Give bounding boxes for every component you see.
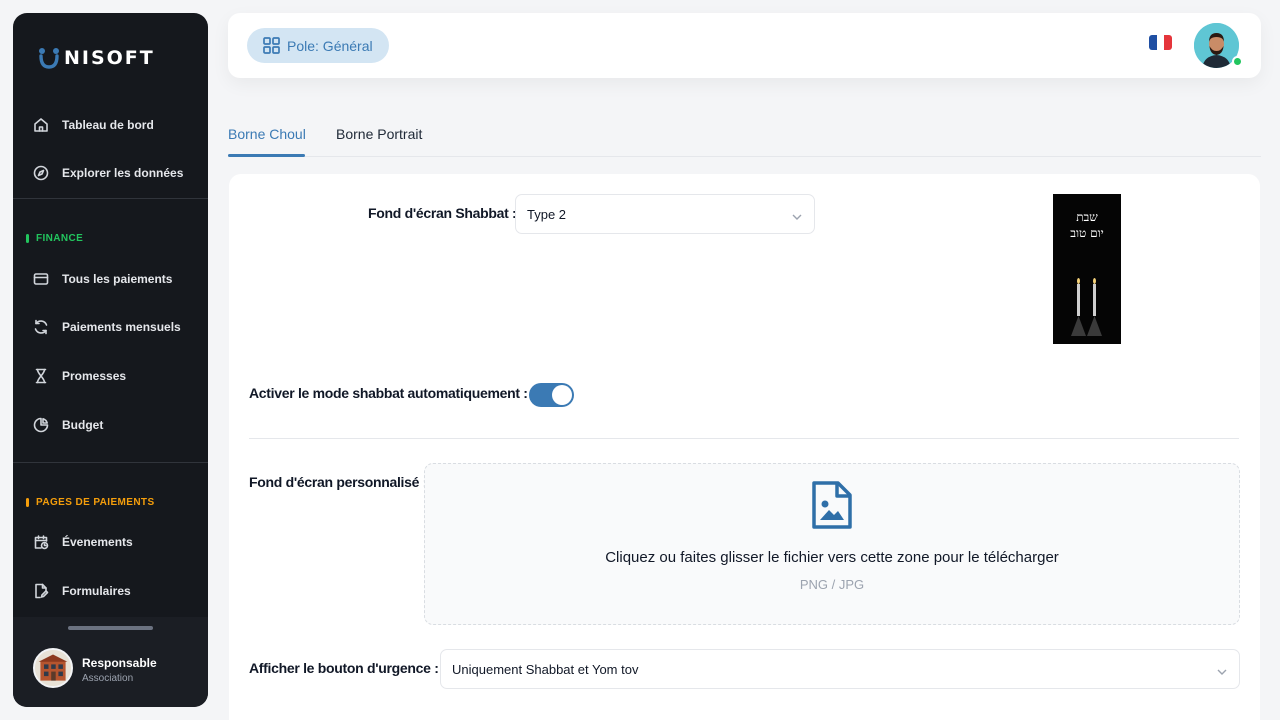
sidebar-item-explore[interactable]: Explorer les données — [33, 158, 193, 188]
pole-selector-button[interactable]: Pole: Général — [247, 28, 389, 63]
sidebar-item-all-payments[interactable]: Tous les paiements — [33, 264, 193, 294]
logo-mark-icon — [39, 48, 59, 69]
home-icon — [33, 117, 49, 133]
select-value: Type 2 — [527, 206, 567, 222]
settings-card: Fond d'écran Shabbat : Type 2 שבת יום טו… — [229, 174, 1260, 720]
file-edit-icon — [33, 583, 49, 599]
sidebar-item-monthly-payments[interactable]: Paiements mensuels — [33, 312, 193, 342]
tab-bar: Borne Choul Borne Portrait — [228, 118, 1261, 157]
calendar-clock-icon — [33, 534, 49, 550]
chevron-down-icon — [1217, 664, 1227, 675]
section-divider — [249, 438, 1239, 439]
image-file-icon — [812, 481, 852, 529]
top-bar: Pole: Général — [228, 13, 1261, 78]
custom-wallpaper-label: Fond d'écran personnalisé : — [249, 474, 428, 490]
sidebar-divider — [13, 198, 208, 199]
pole-label: Pole: Général — [287, 37, 373, 54]
sidebar-item-label: Explorer les données — [62, 166, 184, 180]
urgency-button-label: Afficher le bouton d'urgence : — [249, 660, 439, 676]
sidebar-item-label: Promesses — [62, 369, 127, 383]
shabbat-wallpaper-select[interactable]: Type 2 — [515, 194, 815, 234]
sidebar-item-pledges[interactable]: Promesses — [33, 361, 193, 391]
file-upload-dropzone[interactable]: Cliquez ou faites glisser le fichier ver… — [424, 463, 1240, 625]
sidebar-item-label: Tableau de bord — [62, 118, 154, 132]
compass-icon — [33, 165, 49, 181]
french-flag-icon[interactable] — [1149, 35, 1172, 50]
online-status-indicator — [1232, 56, 1243, 67]
sidebar-divider — [13, 462, 208, 463]
toggle-knob — [552, 385, 572, 405]
tab-borne-choul[interactable]: Borne Choul — [228, 126, 306, 142]
refresh-icon — [33, 319, 49, 335]
sidebar-item-label: Tous les paiements — [62, 272, 173, 286]
user-role: Association — [82, 673, 134, 684]
user-name: Responsable — [82, 656, 157, 670]
sidebar-item-label: Paiements mensuels — [62, 320, 181, 334]
hourglass-icon — [33, 368, 49, 384]
chevron-down-icon — [792, 209, 802, 220]
sidebar-item-events[interactable]: Évenements — [33, 527, 193, 557]
preview-text-2: יום טוב — [1070, 226, 1104, 240]
sidebar-item-dashboard[interactable]: Tableau de bord — [33, 110, 193, 140]
credit-card-icon — [33, 271, 49, 287]
section-finance: FINANCE — [26, 233, 83, 244]
auto-shabbat-toggle[interactable] — [529, 383, 574, 407]
brand-name: NISOFT — [64, 47, 155, 69]
auto-shabbat-label: Activer le mode shabbat automatiquement … — [249, 385, 528, 401]
section-payment-pages: PAGES DE PAIEMENTS — [26, 497, 155, 508]
brand-logo[interactable]: NISOFT — [38, 45, 155, 71]
candles-icon — [1071, 278, 1102, 336]
user-profile[interactable]: Responsable Association — [13, 617, 208, 707]
urgency-button-select[interactable]: Uniquement Shabbat et Yom tov — [440, 649, 1240, 689]
sidebar-item-forms[interactable]: Formulaires — [33, 576, 193, 606]
section-title: PAGES DE PAIEMENTS — [36, 497, 155, 508]
dropzone-formats: PNG / JPG — [799, 577, 865, 592]
active-tab-indicator — [228, 154, 305, 157]
select-value: Uniquement Shabbat et Yom tov — [452, 661, 639, 677]
dropzone-instruction: Cliquez ou faites glisser le fichier ver… — [605, 549, 1059, 566]
sidebar: NISOFT Tableau de bord Explorer les donn… — [13, 13, 208, 707]
sidebar-item-label: Formulaires — [62, 584, 131, 598]
preview-text-1: שבת — [1076, 210, 1098, 224]
sidebar-item-label: Évenements — [62, 535, 133, 549]
sidebar-item-label: Budget — [62, 418, 104, 432]
shabbat-wallpaper-label: Fond d'écran Shabbat : — [368, 205, 517, 221]
avatar — [33, 648, 73, 688]
scroll-handle[interactable] — [68, 626, 153, 630]
pie-chart-icon — [33, 417, 49, 433]
tab-borne-portrait[interactable]: Borne Portrait — [336, 126, 422, 142]
wallpaper-preview: שבת יום טוב — [1053, 194, 1121, 344]
sidebar-item-budget[interactable]: Budget — [33, 410, 193, 440]
section-title: FINANCE — [36, 233, 84, 244]
grid-icon — [263, 37, 280, 54]
